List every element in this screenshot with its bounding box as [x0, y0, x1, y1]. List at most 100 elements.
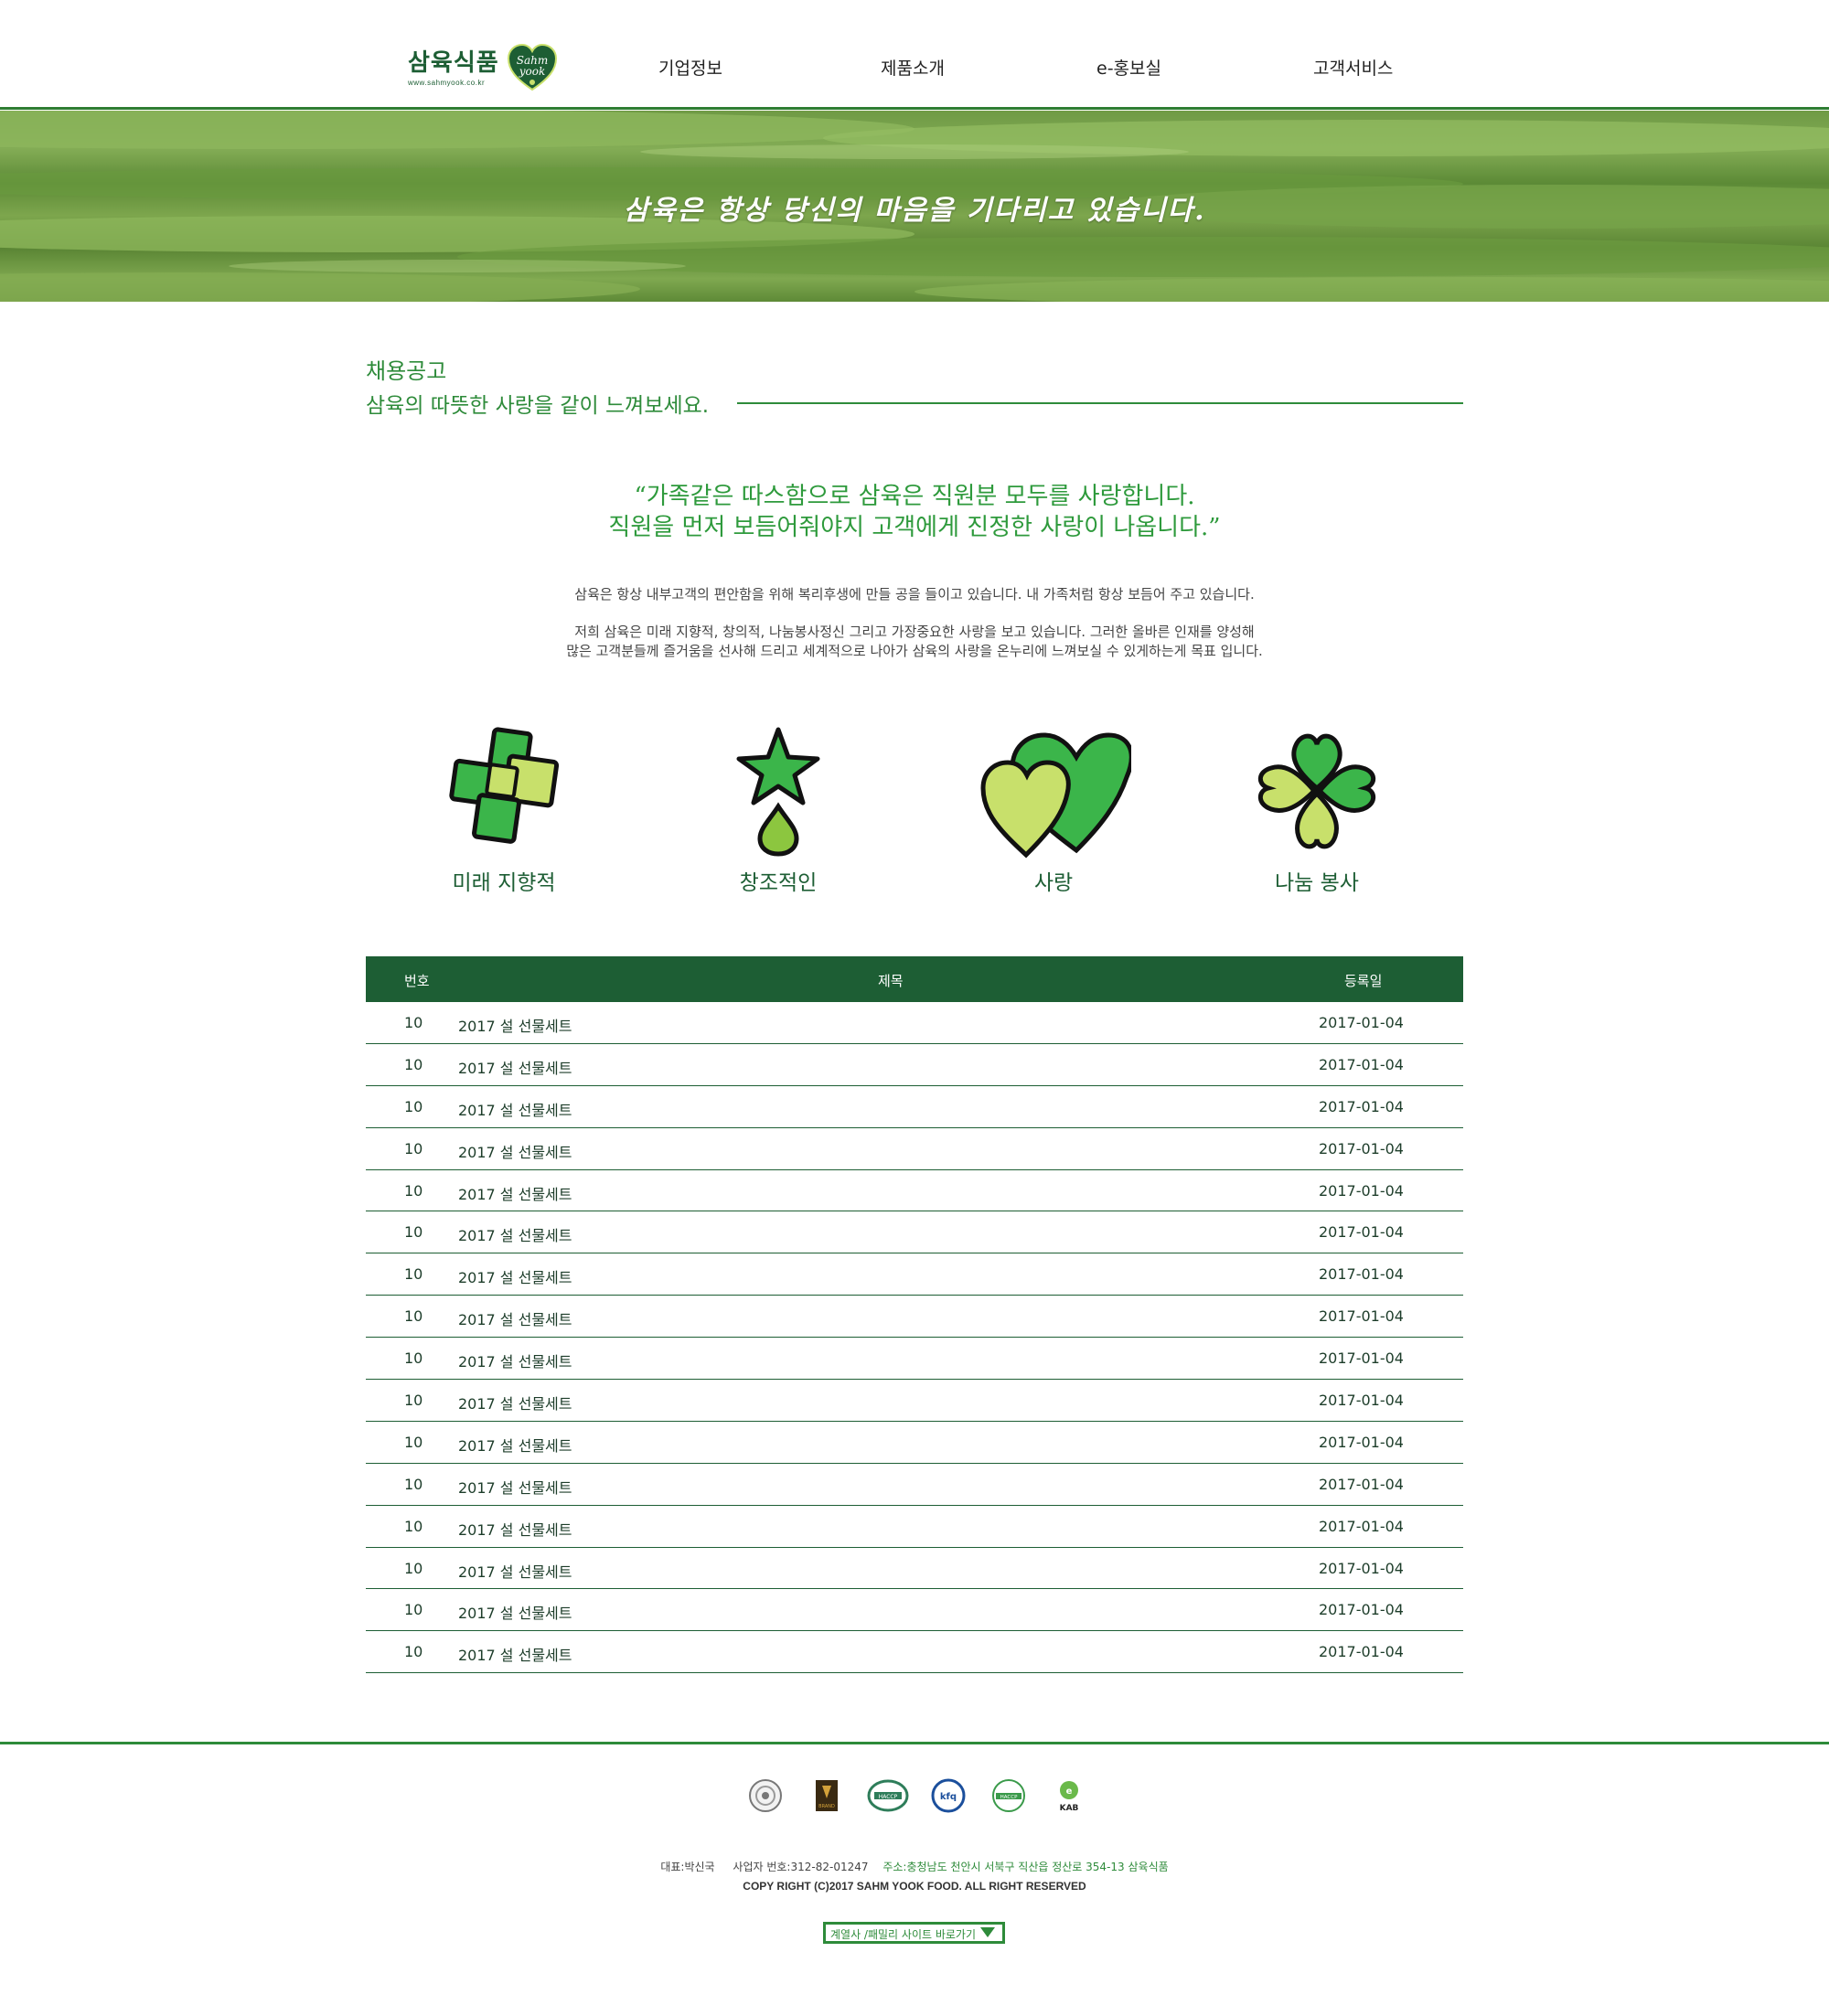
cell-date: 2017-01-04 — [1319, 1014, 1404, 1031]
table-row[interactable]: 10 2017 설 선물세트 2017-01-04 — [366, 1128, 1463, 1170]
cell-title[interactable]: 2017 설 선물세트 — [458, 1349, 572, 1371]
cell-title[interactable]: 2017 설 선물세트 — [458, 1056, 572, 1078]
chevron-down-icon[interactable] — [980, 1927, 995, 1937]
haccp-icon: HACCP — [992, 1779, 1025, 1812]
cell-title[interactable]: 2017 설 선물세트 — [458, 1643, 572, 1665]
nav-pr-room[interactable]: e-홍보실 — [1096, 55, 1161, 80]
cell-title[interactable]: 2017 설 선물세트 — [458, 1560, 572, 1582]
cell-title[interactable]: 2017 설 선물세트 — [458, 1307, 572, 1329]
copyright: COPY RIGHT (C)2017 SAHM YOOK FOOD. ALL R… — [743, 1880, 1086, 1893]
table-row[interactable]: 10 2017 설 선물세트 2017-01-04 — [366, 1380, 1463, 1422]
cell-title[interactable]: 2017 설 선물세트 — [458, 1014, 572, 1036]
ceo-name: 대표:박신국 — [660, 1861, 715, 1873]
cell-date: 2017-01-04 — [1319, 1475, 1404, 1493]
value-sharing-service: 나눔 봉사 — [1235, 722, 1399, 896]
cell-title[interactable]: 2017 설 선물세트 — [458, 1392, 572, 1413]
cell-title[interactable]: 2017 설 선물세트 — [458, 1098, 572, 1120]
cell-date: 2017-01-04 — [1319, 1307, 1404, 1326]
cell-title[interactable]: 2017 설 선물세트 — [458, 1140, 572, 1162]
cell-title[interactable]: 2017 설 선물세트 — [458, 1223, 572, 1245]
header-date: 등록일 — [1344, 973, 1383, 989]
company-info: 대표:박신국 사업자 번호:312-82-01247 주소:충청남도 천안시 서… — [0, 1859, 1829, 1874]
cell-title[interactable]: 2017 설 선물세트 — [458, 1476, 572, 1498]
cell-no: 10 — [404, 1601, 423, 1619]
quote-line-1: “가족같은 따스함으로 삼육은 직원분 모두를 사랑합니다. — [634, 483, 1195, 510]
cell-date: 2017-01-04 — [1319, 1643, 1404, 1661]
table-row[interactable]: 10 2017 설 선물세트 2017-01-04 — [366, 1422, 1463, 1464]
cell-title[interactable]: 2017 설 선물세트 — [458, 1182, 572, 1204]
table-row[interactable]: 10 2017 설 선물세트 2017-01-04 — [366, 1464, 1463, 1506]
cell-no: 10 — [404, 1097, 423, 1115]
intro-paragraph-3: 많은 고객분들께 즐거움을 선사해 드리고 세계적으로 나아가 삼육의 사랑을 … — [566, 643, 1263, 659]
banner-slogan: 삼육은 항상 당신의 마음을 기다리고 있습니다. — [623, 195, 1206, 227]
cell-no: 10 — [404, 1559, 423, 1577]
table-row[interactable]: 10 2017 설 선물세트 2017-01-04 — [366, 1002, 1463, 1044]
table-row[interactable]: 10 2017 설 선물세트 2017-01-04 — [366, 1170, 1463, 1212]
cell-date: 2017-01-04 — [1319, 1223, 1404, 1242]
table-row[interactable]: 10 2017 설 선물세트 2017-01-04 — [366, 1548, 1463, 1590]
cell-no: 10 — [404, 1181, 423, 1200]
hero-banner: 삼육은 항상 당신의 마음을 기다리고 있습니다. — [0, 111, 1829, 302]
table-row[interactable]: 10 2017 설 선물세트 2017-01-04 — [366, 1253, 1463, 1296]
header-title: 제목 — [878, 973, 904, 989]
cell-no: 10 — [404, 1433, 423, 1451]
value-creative: 창조적인 — [696, 722, 861, 896]
cell-date: 2017-01-04 — [1319, 1055, 1404, 1073]
kfq-icon: kfq — [931, 1778, 966, 1813]
table-row[interactable]: 10 2017 설 선물세트 2017-01-04 — [366, 1044, 1463, 1086]
table-row[interactable]: 10 2017 설 선물세트 2017-01-04 — [366, 1296, 1463, 1339]
svg-text:HACCP: HACCP — [1000, 1795, 1018, 1800]
intro-paragraph-1: 삼육은 항상 내부고객의 편안함을 위해 복리후생에 만들 공을 들이고 있습니… — [574, 586, 1255, 603]
puzzle-cross-icon — [449, 727, 560, 844]
svg-text:BRAND: BRAND — [818, 1804, 835, 1809]
value-love: 사랑 — [971, 722, 1136, 896]
cell-date: 2017-01-04 — [1319, 1097, 1404, 1115]
value-label: 창조적인 — [739, 871, 818, 895]
svg-text:HACCP: HACCP — [879, 1794, 898, 1800]
cell-no: 10 — [404, 1265, 423, 1284]
svg-text:KAB: KAB — [1060, 1804, 1079, 1813]
company-address: 주소:충청남도 천안시 서북구 직산읍 정산로 354-13 삼육식품 — [882, 1861, 1169, 1873]
svg-text:kfq: kfq — [940, 1792, 957, 1802]
cell-no: 10 — [404, 1517, 423, 1535]
cell-no: 10 — [404, 1223, 423, 1242]
value-label: 사랑 — [1033, 871, 1074, 895]
hearts-icon — [980, 732, 1131, 859]
table-row[interactable]: 10 2017 설 선물세트 2017-01-04 — [366, 1506, 1463, 1548]
cell-no: 10 — [404, 1643, 423, 1661]
cell-title[interactable]: 2017 설 선물세트 — [458, 1434, 572, 1456]
main-nav: 기업정보 제품소개 e-홍보실 고객서비스 — [0, 55, 1829, 82]
family-site-label: 계열사 /패밀리 사이트 바로가기 — [830, 1928, 977, 1941]
cell-date: 2017-01-04 — [1319, 1392, 1404, 1410]
certification-logos: BRAND HACCP kfq HACCP e KAB — [0, 1778, 1829, 1815]
table-body: 10 2017 설 선물세트 2017-01-04 10 2017 설 선물세트 2017… — [366, 1002, 1463, 1674]
job-posting-table: 번호 제목 등록일 10 2017 설 선물세트 2017-01-04 10 2017 … — [366, 956, 1463, 1674]
cell-date: 2017-01-04 — [1319, 1517, 1404, 1535]
table-row[interactable]: 10 2017 설 선물세트 2017-01-04 — [366, 1631, 1463, 1674]
cell-date: 2017-01-04 — [1319, 1559, 1404, 1577]
cell-date: 2017-01-04 — [1319, 1181, 1404, 1200]
brand-award-icon: BRAND — [816, 1780, 838, 1811]
cell-no: 10 — [404, 1475, 423, 1493]
cell-title[interactable]: 2017 설 선물세트 — [458, 1265, 572, 1287]
cell-title[interactable]: 2017 설 선물세트 — [458, 1601, 572, 1623]
table-row[interactable]: 10 2017 설 선물세트 2017-01-04 — [366, 1338, 1463, 1381]
quote-line-2: 직원을 먼저 보듬어줘야지 고객에게 진정한 사랑이 나옵니다.” — [608, 514, 1221, 541]
nav-products[interactable]: 제품소개 — [881, 55, 945, 80]
family-site-select[interactable]: 계열사 /패밀리 사이트 바로가기 — [823, 1922, 1005, 1944]
nav-company-info[interactable]: 기업정보 — [658, 55, 722, 80]
page-title: 채용공고 — [366, 358, 447, 384]
cell-no: 10 — [404, 1349, 423, 1368]
footer-divider — [0, 1742, 1829, 1744]
cell-date: 2017-01-04 — [1319, 1433, 1404, 1451]
business-number: 사업자 번호:312-82-01247 — [733, 1861, 869, 1873]
page-subtitle: 삼육의 따뜻한 사랑을 같이 느껴보세요. — [366, 394, 710, 418]
table-row[interactable]: 10 2017 설 선물세트 2017-01-04 — [366, 1086, 1463, 1128]
cell-date: 2017-01-04 — [1319, 1349, 1404, 1368]
table-row[interactable]: 10 2017 설 선물세트 2017-01-04 — [366, 1589, 1463, 1632]
table-row[interactable]: 10 2017 설 선물세트 2017-01-04 — [366, 1211, 1463, 1254]
title-divider — [737, 402, 1463, 404]
cell-title[interactable]: 2017 설 선물세트 — [458, 1518, 572, 1540]
nav-customer-service[interactable]: 고객서비스 — [1313, 55, 1393, 80]
cell-date: 2017-01-04 — [1319, 1139, 1404, 1157]
